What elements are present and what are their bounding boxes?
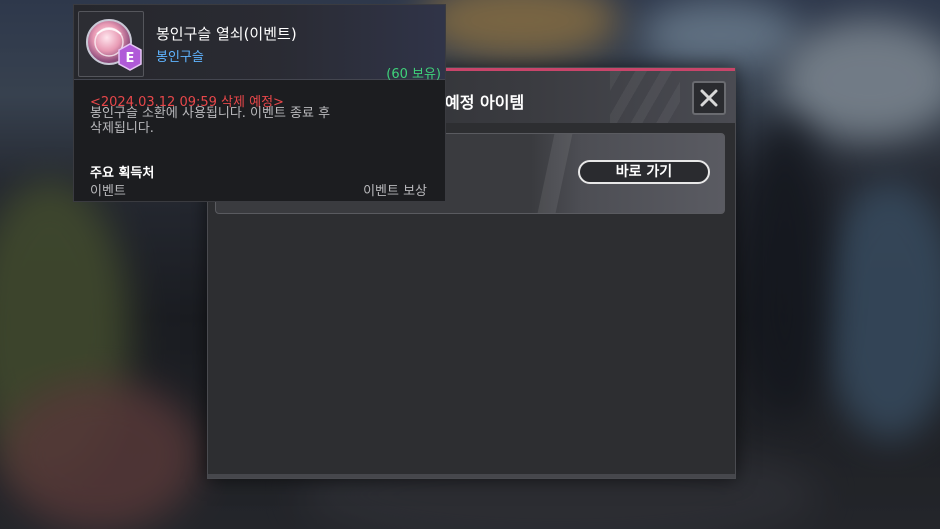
tooltip-header: E 봉인구슬 열쇠(이벤트) 봉인구슬 (60 보유) xyxy=(74,5,445,82)
source-type: 이벤트 xyxy=(90,184,126,199)
owned-count: (60 보유) xyxy=(386,67,441,82)
dialog-footer-line xyxy=(208,474,735,478)
close-icon xyxy=(700,89,718,107)
description-line: 삭제됩니다. xyxy=(90,121,154,136)
item-tooltip: E 봉인구슬 열쇠(이벤트) 봉인구슬 (60 보유) <2024.03.12 … xyxy=(73,4,446,202)
item-name: 봉인구슬 열쇠(이벤트) xyxy=(156,25,297,43)
source-detail: 이벤트 보상 xyxy=(363,184,427,199)
header-decoration xyxy=(610,71,680,123)
source-title: 주요 획득처 xyxy=(90,166,155,181)
description-line: 봉인구슬 소환에 사용됩니다. 이벤트 종료 후 xyxy=(90,106,331,121)
icon-badge-label: E xyxy=(126,51,135,66)
dialog-title: 예정 아이템 xyxy=(445,93,525,112)
goto-button[interactable]: 바로 가기 xyxy=(578,160,710,184)
row-decoration xyxy=(537,134,573,213)
seal-orb-key-icon: E xyxy=(86,19,142,71)
item-icon: E xyxy=(78,11,144,77)
item-description: 봉인구슬 소환에 사용됩니다. 이벤트 종료 후 삭제됩니다. xyxy=(90,106,390,136)
item-category: 봉인구슬 xyxy=(156,50,204,65)
close-button[interactable] xyxy=(692,81,726,115)
